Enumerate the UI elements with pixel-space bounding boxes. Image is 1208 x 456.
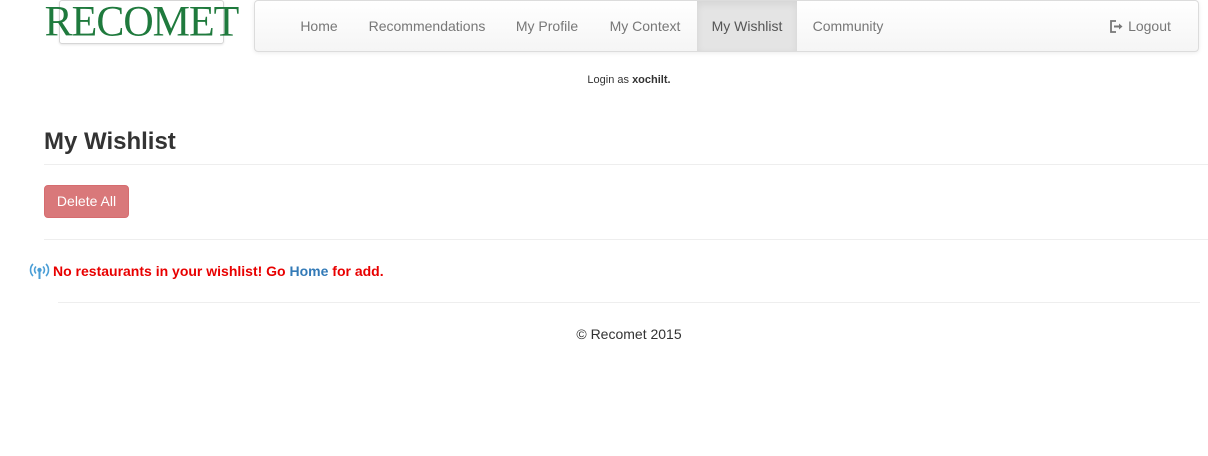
broadcast-icon	[29, 263, 50, 279]
nav-my-context[interactable]: My Context	[593, 1, 697, 51]
main-navbar: Home Recommendations My Profile My Conte…	[254, 0, 1199, 52]
nav-my-profile[interactable]: My Profile	[501, 1, 593, 51]
brand-logo[interactable]: RECOMET	[45, 0, 239, 44]
logout-label: Logout	[1128, 18, 1171, 34]
content-divider	[44, 239, 1208, 240]
title-divider	[44, 164, 1208, 165]
nav-recommendations[interactable]: Recommendations	[353, 1, 501, 51]
empty-wishlist-message: No restaurants in your wishlist! Go Home…	[29, 262, 384, 280]
footer-copyright: © Recomet 2015	[576, 326, 682, 342]
footer-divider	[58, 302, 1200, 303]
home-link[interactable]: Home	[289, 263, 328, 279]
empty-message-suffix: for add.	[332, 263, 384, 279]
page-title: My Wishlist	[44, 128, 176, 155]
nav-my-wishlist[interactable]: My Wishlist	[697, 1, 797, 51]
delete-all-button[interactable]: Delete All	[44, 185, 129, 218]
login-prefix: Login as	[587, 74, 629, 86]
nav-home[interactable]: Home	[285, 1, 353, 51]
logout-button[interactable]: Logout	[1095, 1, 1185, 51]
nav-community[interactable]: Community	[797, 1, 899, 51]
empty-message-text: No restaurants in your wishlist! Go	[53, 263, 286, 279]
login-username: xochilt.	[632, 74, 671, 86]
login-status: Login as xochilt.	[0, 74, 1208, 86]
brand-logo-text: RECOMET	[44, 0, 240, 46]
sign-out-icon	[1110, 19, 1123, 33]
